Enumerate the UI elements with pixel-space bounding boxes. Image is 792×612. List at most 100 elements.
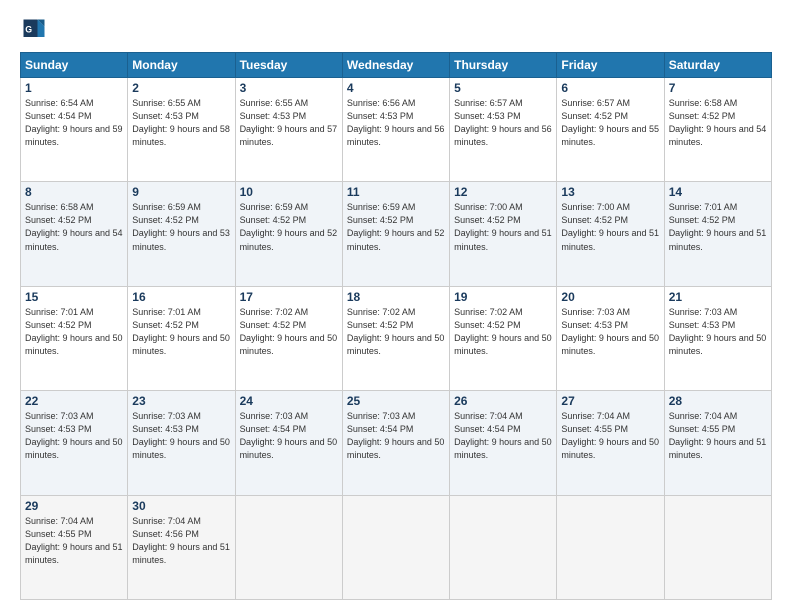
page: G SundayMondayTuesdayWednesdayThursdayFr… (0, 0, 792, 612)
day-number: 12 (454, 185, 552, 199)
table-row: 13 Sunrise: 7:00 AMSunset: 4:52 PMDayligh… (557, 182, 664, 286)
cell-content: Sunrise: 7:02 AMSunset: 4:52 PMDaylight:… (240, 307, 338, 356)
table-row: 19Sunrise: 7:02 AMSunset: 4:52 PMDayligh… (450, 286, 557, 390)
day-number: 28 (669, 394, 767, 408)
cell-content: Sunrise: 6:59 AMSunset: 4:52 PMDaylight:… (132, 202, 230, 251)
cell-content: Sunrise: 7:01 AMSunset: 4:52 PMDaylight:… (132, 307, 230, 356)
cell-content: Sunrise: 6:58 AMSunset: 4:52 PMDaylight:… (25, 202, 123, 251)
day-number: 2 (132, 81, 230, 95)
day-number: 9 (132, 185, 230, 199)
table-row: 9 Sunrise: 6:59 AMSunset: 4:52 PMDaylight… (128, 182, 235, 286)
table-row: 6 Sunrise: 6:57 AMSunset: 4:52 PMDaylight… (557, 78, 664, 182)
cell-content: Sunrise: 6:55 AMSunset: 4:53 PMDaylight:… (240, 98, 338, 147)
logo: G (20, 16, 52, 44)
table-row (342, 495, 449, 599)
table-row: 17 Sunrise: 7:02 AMSunset: 4:52 PMDayligh… (235, 286, 342, 390)
header: G (20, 16, 772, 44)
cell-content: Sunrise: 7:04 AMSunset: 4:55 PMDaylight:… (669, 411, 767, 460)
table-row: 12 Sunrise: 7:00 AMSunset: 4:52 PMDayligh… (450, 182, 557, 286)
col-header-monday: Monday (128, 53, 235, 78)
day-number: 24 (240, 394, 338, 408)
cell-content: Sunrise: 7:03 AMSunset: 4:53 PMDaylight:… (25, 411, 123, 460)
table-row: 20Sunrise: 7:03 AMSunset: 4:53 PMDayligh… (557, 286, 664, 390)
col-header-saturday: Saturday (664, 53, 771, 78)
table-row: 26 Sunrise: 7:04 AMSunset: 4:54 PMDayligh… (450, 391, 557, 495)
cell-content: Sunrise: 7:00 AMSunset: 4:52 PMDaylight:… (454, 202, 552, 251)
day-number: 20 (561, 290, 659, 304)
table-row (664, 495, 771, 599)
table-row: 30 Sunrise: 7:04 AMSunset: 4:56 PMDayligh… (128, 495, 235, 599)
cell-content: Sunrise: 6:55 AMSunset: 4:53 PMDaylight:… (132, 98, 230, 147)
day-number: 13 (561, 185, 659, 199)
day-number: 5 (454, 81, 552, 95)
day-number: 21 (669, 290, 767, 304)
cell-content: Sunrise: 6:54 AMSunset: 4:54 PMDaylight:… (25, 98, 123, 147)
cell-content: Sunrise: 7:02 AMSunset: 4:52 PMDaylight:… (347, 307, 445, 356)
day-number: 23 (132, 394, 230, 408)
col-header-tuesday: Tuesday (235, 53, 342, 78)
cell-content: Sunrise: 7:04 AMSunset: 4:54 PMDaylight:… (454, 411, 552, 460)
table-row: 10 Sunrise: 6:59 AMSunset: 4:52 PMDayligh… (235, 182, 342, 286)
table-row: 15 Sunrise: 7:01 AMSunset: 4:52 PMDayligh… (21, 286, 128, 390)
day-number: 18 (347, 290, 445, 304)
day-number: 10 (240, 185, 338, 199)
day-number: 4 (347, 81, 445, 95)
table-row: 2 Sunrise: 6:55 AMSunset: 4:53 PMDaylight… (128, 78, 235, 182)
cell-content: Sunrise: 7:04 AMSunset: 4:55 PMDaylight:… (25, 516, 123, 565)
table-row: 7Sunrise: 6:58 AMSunset: 4:52 PMDaylight… (664, 78, 771, 182)
table-row: 25Sunrise: 7:03 AMSunset: 4:54 PMDayligh… (342, 391, 449, 495)
cell-content: Sunrise: 6:56 AMSunset: 4:53 PMDaylight:… (347, 98, 445, 147)
logo-icon: G (20, 16, 48, 44)
cell-content: Sunrise: 7:03 AMSunset: 4:53 PMDaylight:… (669, 307, 767, 356)
table-row: 29 Sunrise: 7:04 AMSunset: 4:55 PMDayligh… (21, 495, 128, 599)
table-row: 1 Sunrise: 6:54 AMSunset: 4:54 PMDaylight… (21, 78, 128, 182)
cell-content: Sunrise: 6:57 AMSunset: 4:52 PMDaylight:… (561, 98, 659, 147)
svg-text:G: G (25, 25, 32, 35)
cell-content: Sunrise: 6:57 AMSunset: 4:53 PMDaylight:… (454, 98, 552, 147)
day-number: 8 (25, 185, 123, 199)
calendar-table: SundayMondayTuesdayWednesdayThursdayFrid… (20, 52, 772, 600)
day-number: 30 (132, 499, 230, 513)
table-row: 18 Sunrise: 7:02 AMSunset: 4:52 PMDayligh… (342, 286, 449, 390)
col-header-friday: Friday (557, 53, 664, 78)
day-number: 17 (240, 290, 338, 304)
table-row: 23 Sunrise: 7:03 AMSunset: 4:53 PMDayligh… (128, 391, 235, 495)
table-row: 14Sunrise: 7:01 AMSunset: 4:52 PMDayligh… (664, 182, 771, 286)
cell-content: Sunrise: 6:59 AMSunset: 4:52 PMDaylight:… (347, 202, 445, 251)
day-number: 29 (25, 499, 123, 513)
table-row: 5 Sunrise: 6:57 AMSunset: 4:53 PMDaylight… (450, 78, 557, 182)
cell-content: Sunrise: 7:00 AMSunset: 4:52 PMDaylight:… (561, 202, 659, 251)
table-row: 16 Sunrise: 7:01 AMSunset: 4:52 PMDayligh… (128, 286, 235, 390)
table-row: 11 Sunrise: 6:59 AMSunset: 4:52 PMDayligh… (342, 182, 449, 286)
table-row: 24 Sunrise: 7:03 AMSunset: 4:54 PMDayligh… (235, 391, 342, 495)
table-row (235, 495, 342, 599)
day-number: 6 (561, 81, 659, 95)
cell-content: Sunrise: 7:04 AMSunset: 4:55 PMDaylight:… (561, 411, 659, 460)
cell-content: Sunrise: 7:01 AMSunset: 4:52 PMDaylight:… (669, 202, 767, 251)
cell-content: Sunrise: 7:01 AMSunset: 4:52 PMDaylight:… (25, 307, 123, 356)
cell-content: Sunrise: 7:03 AMSunset: 4:54 PMDaylight:… (240, 411, 338, 460)
day-number: 22 (25, 394, 123, 408)
cell-content: Sunrise: 7:04 AMSunset: 4:56 PMDaylight:… (132, 516, 230, 565)
day-number: 19 (454, 290, 552, 304)
table-row: 21 Sunrise: 7:03 AMSunset: 4:53 PMDayligh… (664, 286, 771, 390)
day-number: 25 (347, 394, 445, 408)
cell-content: Sunrise: 6:59 AMSunset: 4:52 PMDaylight:… (240, 202, 338, 251)
day-number: 26 (454, 394, 552, 408)
cell-content: Sunrise: 7:03 AMSunset: 4:53 PMDaylight:… (132, 411, 230, 460)
table-row: 22 Sunrise: 7:03 AMSunset: 4:53 PMDayligh… (21, 391, 128, 495)
day-number: 15 (25, 290, 123, 304)
day-number: 27 (561, 394, 659, 408)
table-row (557, 495, 664, 599)
day-number: 7 (669, 81, 767, 95)
table-row: 3 Sunrise: 6:55 AMSunset: 4:53 PMDaylight… (235, 78, 342, 182)
day-number: 3 (240, 81, 338, 95)
table-row: 4 Sunrise: 6:56 AMSunset: 4:53 PMDaylight… (342, 78, 449, 182)
table-row (450, 495, 557, 599)
table-row: 28 Sunrise: 7:04 AMSunset: 4:55 PMDayligh… (664, 391, 771, 495)
table-row: 8 Sunrise: 6:58 AMSunset: 4:52 PMDaylight… (21, 182, 128, 286)
day-number: 1 (25, 81, 123, 95)
col-header-sunday: Sunday (21, 53, 128, 78)
day-number: 11 (347, 185, 445, 199)
day-number: 16 (132, 290, 230, 304)
